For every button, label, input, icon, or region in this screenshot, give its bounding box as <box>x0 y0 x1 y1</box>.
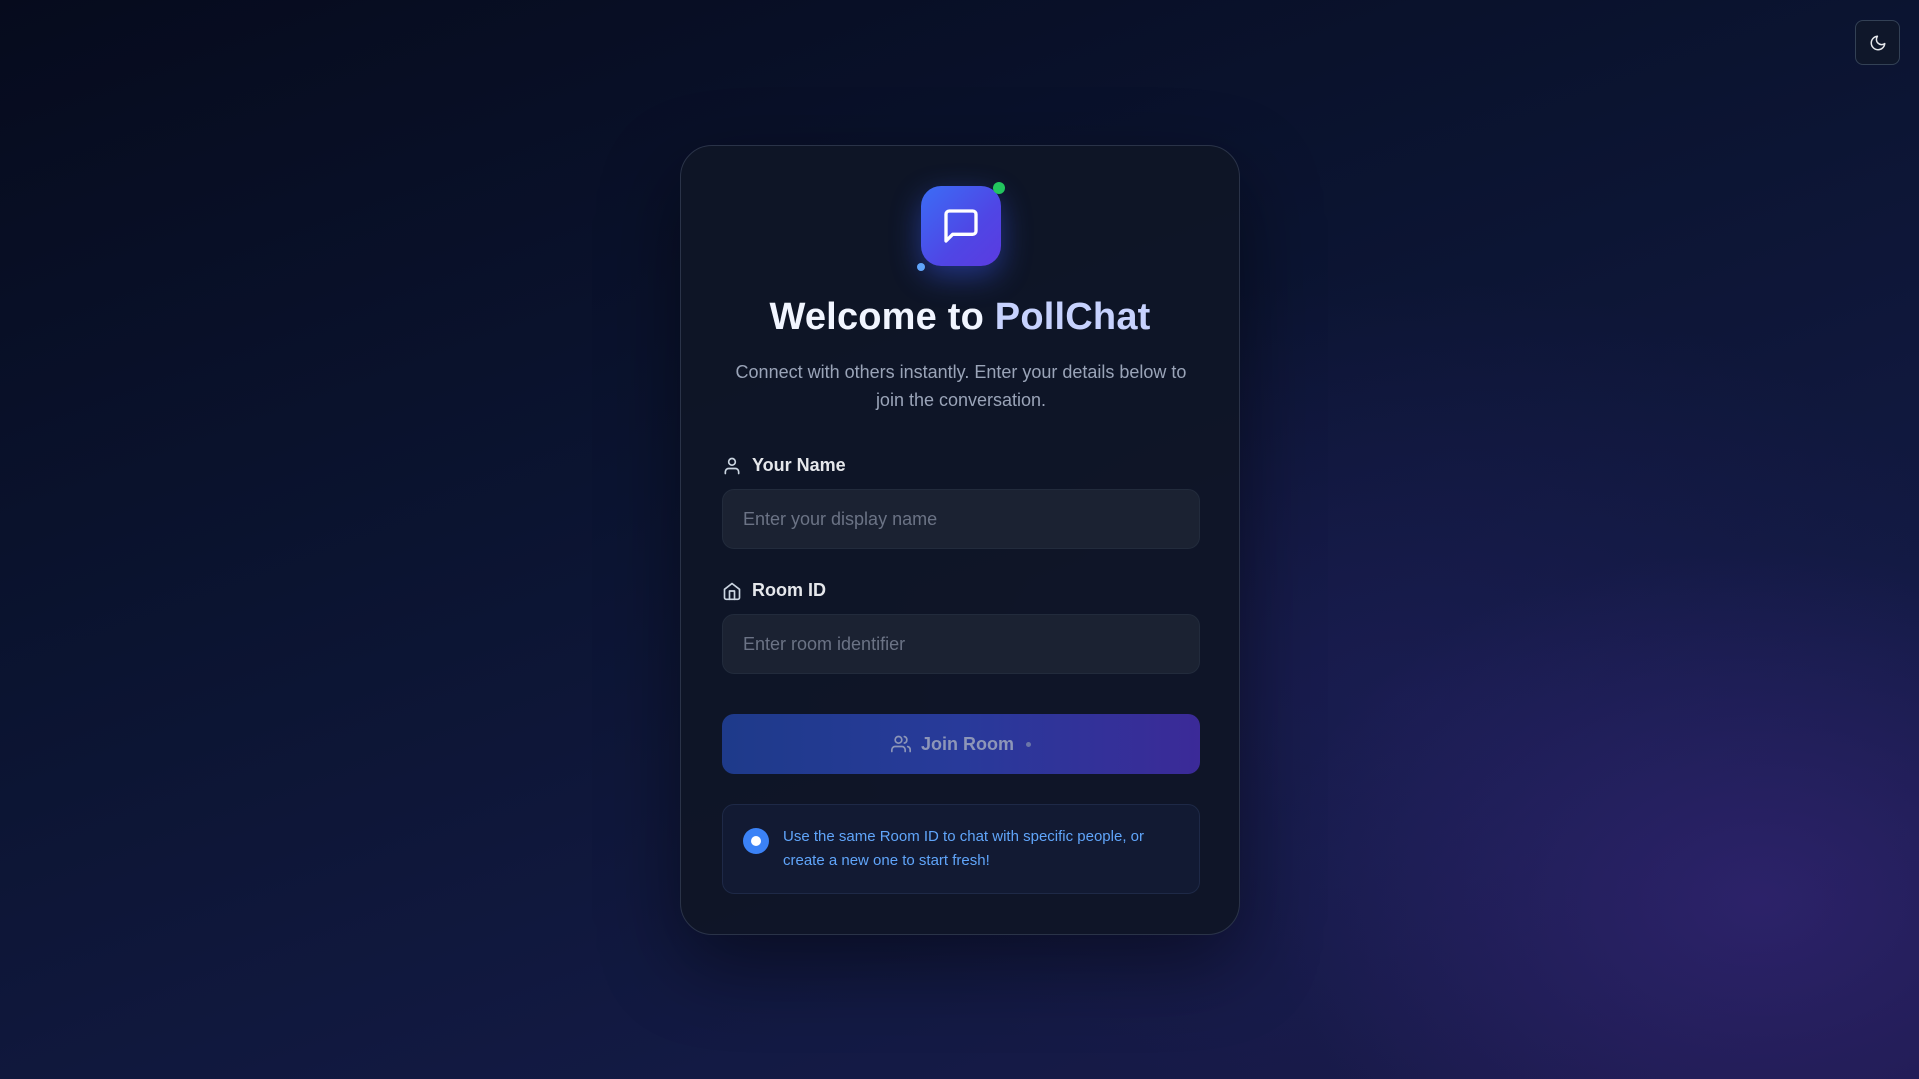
page-title: Welcome to PollChat <box>681 296 1239 339</box>
theme-toggle-button[interactable] <box>1855 20 1900 65</box>
decorative-dot <box>917 263 925 271</box>
page-subtitle: Connect with others instantly. Enter you… <box>735 362 1187 410</box>
home-icon <box>722 581 742 601</box>
info-dot-icon <box>743 828 769 854</box>
room-field-label: Room ID <box>722 580 826 601</box>
name-field-label: Your Name <box>722 455 846 476</box>
title-prefix: Welcome to <box>769 296 995 338</box>
join-room-button[interactable]: Join Room <box>722 714 1200 774</box>
loading-dot <box>1026 741 1031 747</box>
users-icon <box>891 734 911 754</box>
room-id-input[interactable] <box>722 614 1200 674</box>
message-square-icon <box>941 206 981 246</box>
moon-icon <box>1869 34 1887 52</box>
user-icon <box>722 456 742 476</box>
join-room-label: Join Room <box>921 733 1014 754</box>
info-text: Use the same Room ID to chat with specif… <box>783 828 1144 869</box>
join-card: Welcome to PollChat Connect with others … <box>680 145 1240 935</box>
room-label-text: Room ID <box>752 580 826 600</box>
name-input[interactable] <box>722 489 1200 549</box>
app-logo <box>917 182 1005 271</box>
brand-name: PollChat <box>994 296 1151 338</box>
online-status-dot <box>993 182 1005 194</box>
info-callout: Use the same Room ID to chat with specif… <box>722 804 1200 894</box>
name-label-text: Your Name <box>752 455 846 475</box>
